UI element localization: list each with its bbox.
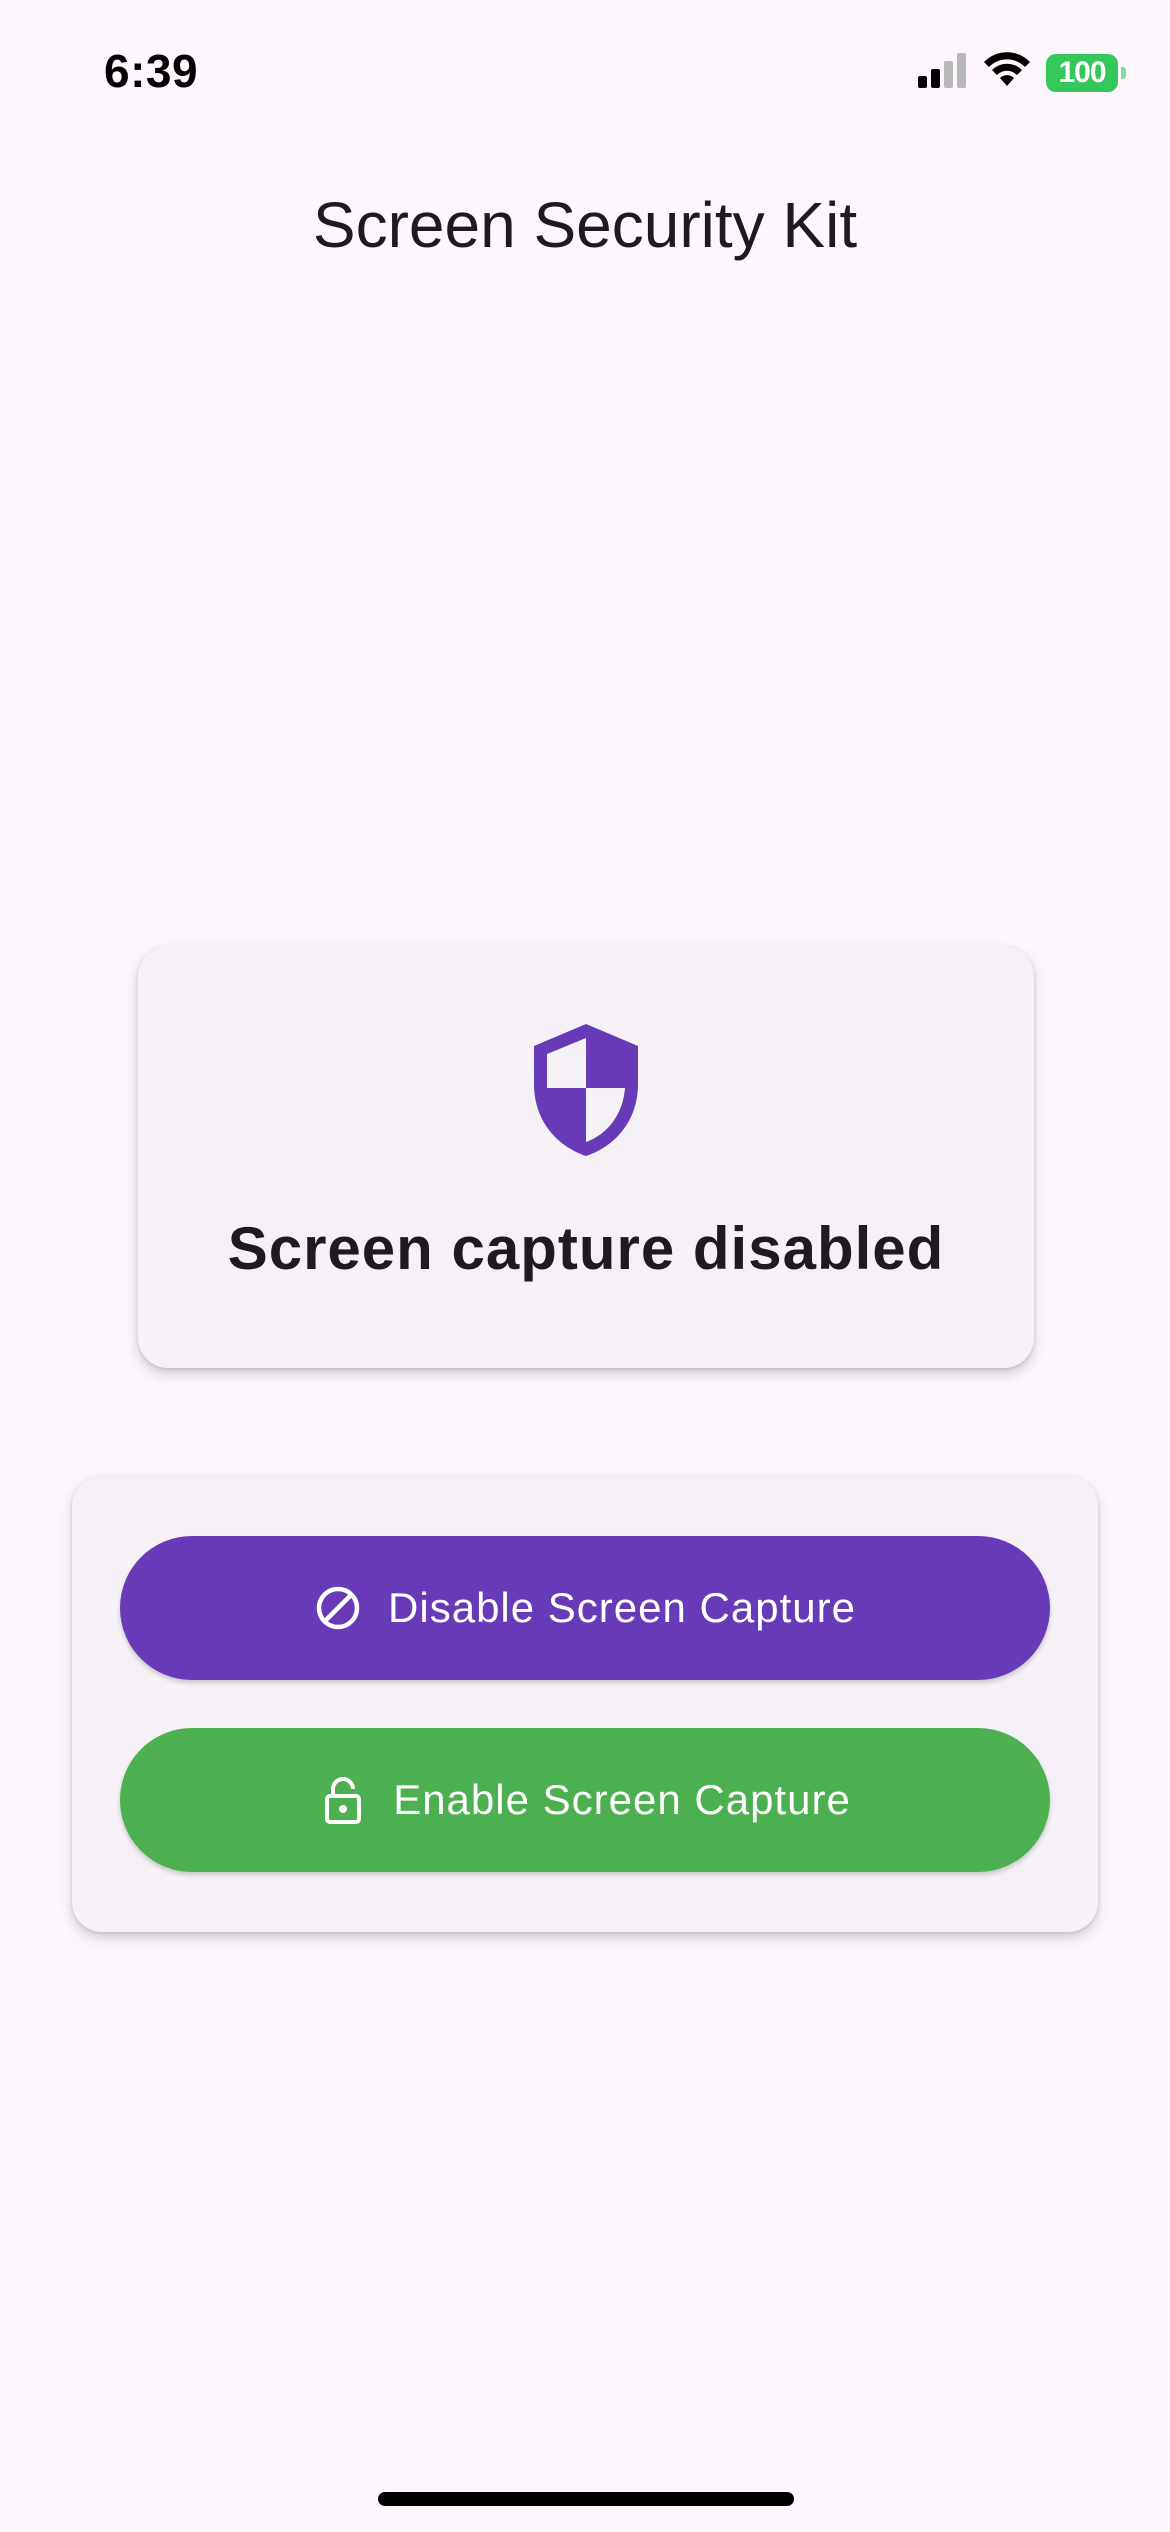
block-icon — [314, 1584, 362, 1632]
capture-status-text: Screen capture disabled — [227, 1215, 945, 1282]
cellular-signal-icon — [918, 52, 968, 93]
wifi-icon — [982, 52, 1032, 93]
actions-card: Disable Screen Capture Enable Screen Cap… — [72, 1476, 1098, 1932]
disable-button-label: Disable Screen Capture — [388, 1584, 856, 1631]
status-time: 6:39 — [104, 45, 199, 97]
lock-open-icon — [319, 1776, 367, 1824]
page-title: Screen Security Kit — [312, 189, 858, 261]
enable-screen-capture-button[interactable]: Enable Screen Capture — [120, 1728, 1050, 1872]
disable-screen-capture-button[interactable]: Disable Screen Capture — [120, 1536, 1050, 1680]
shield-icon — [530, 1022, 642, 1158]
enable-button-label: Enable Screen Capture — [393, 1776, 851, 1823]
battery-icon: 100 — [1046, 53, 1126, 92]
status-icons: 100 — [918, 52, 1126, 93]
home-indicator[interactable] — [378, 2492, 794, 2506]
capture-status-card: Screen capture disabled — [138, 946, 1034, 1368]
